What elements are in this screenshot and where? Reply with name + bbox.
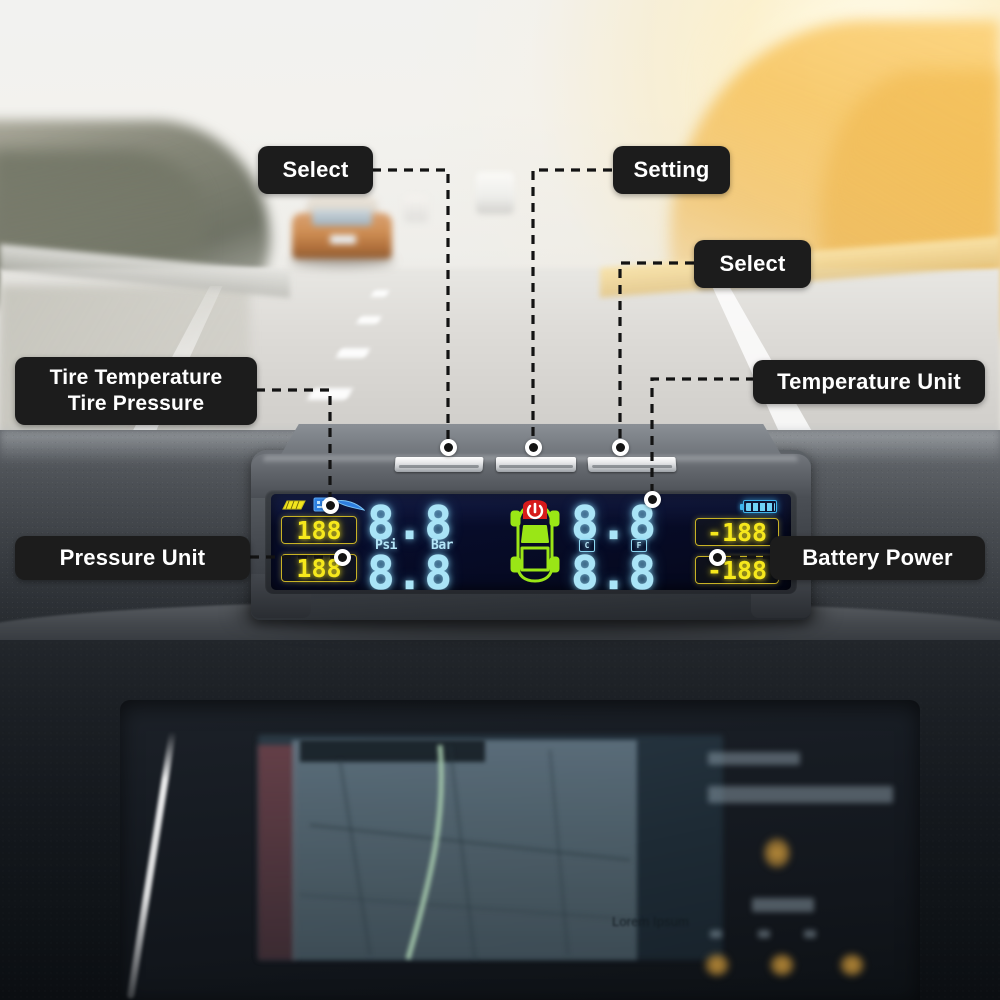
left-button[interactable]	[394, 457, 484, 472]
annotation-pressure-unit[interactable]: Pressure Unit	[15, 536, 250, 580]
annotation-setting-label: Setting	[633, 156, 710, 182]
tpms-warning-icon	[523, 500, 547, 520]
annotation-temperature-unit-label: Temperature Unit	[777, 368, 961, 394]
info-line	[710, 930, 722, 938]
info-line	[758, 930, 770, 938]
car-top-view-icon	[509, 500, 561, 586]
signal-icon	[335, 500, 365, 511]
status-glow-icon	[764, 838, 790, 868]
navigation-sidebar	[258, 745, 296, 960]
lcd-display: 188 188 8.8 Psi Bar 8.8 8.8 C F 8.8 -188…	[271, 494, 791, 590]
lane-dash-mark	[306, 388, 354, 400]
right-button[interactable]	[587, 457, 677, 472]
annotation-tire-pressure-label: Tire Pressure	[67, 392, 205, 415]
temp-front-left-value: 188	[296, 515, 342, 545]
annotation-tire-temperature-label: Tire Temperature	[49, 366, 223, 390]
connector-dot-right-button	[612, 439, 629, 456]
vehicle-rear-window	[312, 209, 372, 226]
connector-dot-battery-power	[709, 549, 726, 566]
pressure-rear-left-value: 8.8	[367, 546, 454, 590]
console-glass-glint	[88, 730, 208, 1000]
connector-dot-middle-button	[525, 439, 542, 456]
pressure-rear-right-value: 8.8	[571, 546, 658, 590]
connector-dot-tire-temp	[322, 497, 339, 514]
lcd-temp-front-right: -188	[695, 518, 779, 546]
status-glow-icon	[705, 954, 729, 976]
status-glow-icon	[770, 954, 794, 976]
navigation-screen-label: Lorem Ipsum	[612, 914, 689, 929]
solar-panel-icon	[282, 500, 306, 510]
annotation-setting[interactable]: Setting	[613, 146, 730, 194]
annotation-select-right-label: Select	[719, 250, 786, 276]
info-line	[752, 898, 814, 912]
lcd-temp-front-left: 188	[281, 516, 357, 544]
middle-button[interactable]	[496, 457, 576, 472]
connector-dot-pressure-unit	[334, 549, 351, 566]
connector-dot-left-button	[440, 439, 457, 456]
annotation-select-left[interactable]: Select	[258, 146, 373, 194]
navigation-info-panel	[700, 740, 930, 976]
lane-dash-mark	[356, 316, 382, 324]
connector-dot-temperature-unit	[644, 491, 661, 508]
battery-level-fill	[745, 502, 775, 511]
annotation-pressure-unit-label: Pressure Unit	[59, 544, 206, 570]
status-glow-icon	[840, 954, 864, 976]
info-line	[708, 752, 800, 765]
annotation-select-left-label: Select	[282, 156, 349, 182]
info-line	[708, 786, 893, 803]
distant-vehicle	[404, 196, 428, 222]
battery-icon	[740, 500, 777, 513]
navigation-route-overlay	[299, 744, 641, 961]
lane-dash-mark	[335, 348, 371, 358]
annotation-battery-power[interactable]: Battery Power	[770, 536, 985, 580]
lcd-temp-rear-right: -188	[695, 556, 779, 584]
temp-front-right-value: -188	[706, 517, 768, 547]
info-line	[804, 930, 816, 938]
annotation-battery-power-label: Battery Power	[802, 544, 953, 570]
screenshot-root: Lorem Ipsum 188 188 8.8 Psi Bar 8.8 8.8 …	[0, 0, 1000, 1000]
distant-truck	[476, 172, 514, 214]
annotation-select-right[interactable]: Select	[694, 240, 811, 288]
annotation-temperature-unit[interactable]: Temperature Unit	[753, 360, 985, 404]
lead-vehicle	[288, 195, 396, 267]
vehicle-license-plate	[330, 235, 356, 244]
annotation-tire-temperature-pressure[interactable]: Tire Temperature Tire Pressure	[15, 357, 257, 425]
